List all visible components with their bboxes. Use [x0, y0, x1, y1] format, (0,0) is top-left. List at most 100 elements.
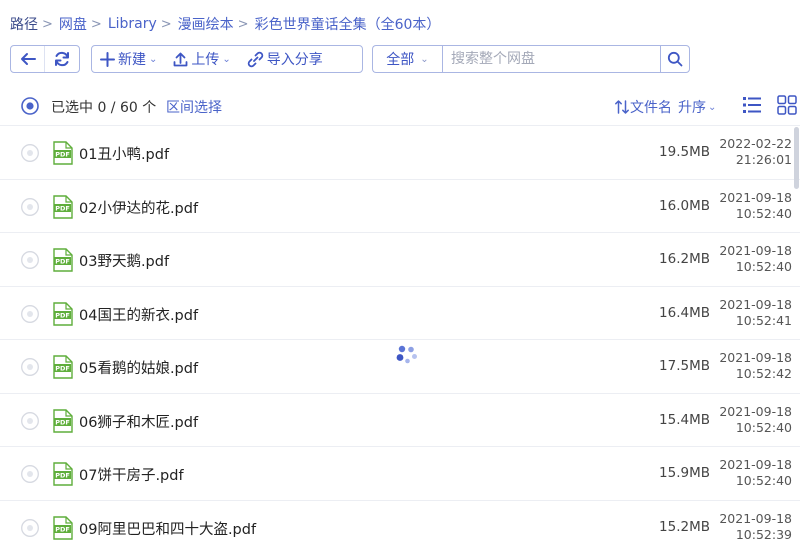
- pdf-file-icon: PDF: [52, 462, 74, 486]
- file-size: 16.4MB: [659, 305, 710, 321]
- file-size: 19.5MB: [659, 144, 710, 160]
- chevron-right-icon: >: [238, 17, 249, 32]
- file-modified: 2022-02-2221:26:01: [712, 136, 792, 168]
- file-size: 16.2MB: [659, 251, 710, 267]
- svg-text:PDF: PDF: [55, 418, 70, 426]
- file-modified: 2021-09-1810:52:40: [712, 457, 792, 489]
- file-modified-date: 2021-09-18: [712, 297, 792, 313]
- sort-field-label: 文件名: [630, 97, 672, 117]
- search-button[interactable]: [660, 45, 690, 73]
- file-row[interactable]: PDF 07饼干房子.pdf 15.9MB2021-09-1810:52:40: [0, 446, 800, 500]
- file-list: PDF01丑小鸭.pdf19.5MB2022-02-2221:26:01PDF0…: [0, 125, 800, 553]
- grid-view-icon[interactable]: [777, 95, 797, 115]
- file-name[interactable]: 03野天鹅.pdf: [79, 250, 169, 271]
- file-name[interactable]: 06狮子和木匠.pdf: [79, 411, 198, 432]
- selection-count: 已选中 0 / 60 个: [51, 97, 156, 117]
- arrow-left-icon: [20, 52, 36, 66]
- row-select-radio[interactable]: [20, 197, 40, 217]
- row-select-radio[interactable]: [20, 464, 40, 484]
- list-view-icon[interactable]: [742, 95, 762, 115]
- row-select-radio[interactable]: [20, 143, 40, 163]
- file-row[interactable]: PDF 01丑小鸭.pdf 19.5MB2022-02-2221:26:01: [0, 125, 800, 179]
- file-modified: 2021-09-1810:52:42: [712, 350, 792, 382]
- upload-icon: [173, 52, 188, 67]
- sort-icon: [614, 99, 630, 115]
- file-size: 15.9MB: [659, 465, 710, 481]
- pdf-file-icon: PDF: [52, 409, 74, 433]
- file-modified-time: 10:52:40: [712, 206, 792, 222]
- row-select-radio[interactable]: [20, 518, 40, 538]
- file-size: 15.4MB: [659, 412, 710, 428]
- file-row[interactable]: PDF09阿里巴巴和四十大盗.pdf15.2MB2021-09-1810:52:…: [0, 500, 800, 553]
- file-modified: 2021-09-1810:52:39: [712, 511, 792, 543]
- chevron-right-icon: >: [161, 17, 172, 32]
- svg-text:PDF: PDF: [55, 525, 70, 533]
- row-select-radio[interactable]: [20, 304, 40, 324]
- pdf-file-icon: PDF: [52, 248, 74, 272]
- nav-button-group: [10, 45, 80, 73]
- svg-text:PDF: PDF: [55, 204, 70, 212]
- scrollbar-thumb[interactable]: [794, 127, 799, 189]
- loading-spinner-icon: [395, 343, 421, 369]
- refresh-icon: [53, 50, 71, 68]
- breadcrumb: 路径 > 网盘 > Library > 漫画绘本 > 彩色世界童话全集（全60本…: [10, 12, 440, 36]
- upload-button[interactable]: 上传 ⌄: [163, 46, 236, 72]
- import-share-button-label: 导入分享: [267, 49, 323, 69]
- file-row[interactable]: PDF 06狮子和木匠.pdf 15.4MB2021-09-1810:52:40: [0, 393, 800, 447]
- sort-control[interactable]: 文件名 升序 ⌄: [614, 97, 716, 117]
- range-select-link[interactable]: 区间选择: [166, 97, 222, 117]
- file-modified-date: 2021-09-18: [712, 190, 792, 206]
- row-select-radio[interactable]: [20, 411, 40, 431]
- refresh-button[interactable]: [45, 46, 79, 72]
- file-modified: 2021-09-1810:52:40: [712, 404, 792, 436]
- new-button[interactable]: 新建 ⌄: [92, 46, 163, 72]
- file-row[interactable]: PDF02小伊达的花.pdf16.0MB2021-09-1810:52:40: [0, 179, 800, 233]
- import-share-button[interactable]: 导入分享: [237, 46, 329, 72]
- breadcrumb-item-netdisk[interactable]: 网盘: [59, 14, 87, 34]
- file-name[interactable]: 01丑小鸭.pdf: [79, 143, 169, 164]
- chevron-down-icon: ⌄: [149, 54, 157, 65]
- search-input[interactable]: [442, 45, 660, 73]
- svg-text:PDF: PDF: [55, 472, 70, 480]
- file-row[interactable]: PDF03野天鹅.pdf16.2MB2021-09-1810:52:40: [0, 232, 800, 286]
- new-button-label: 新建: [118, 49, 146, 69]
- pdf-file-icon: PDF: [52, 355, 74, 379]
- file-modified-date: 2022-02-22: [712, 136, 792, 152]
- back-button[interactable]: [11, 46, 45, 72]
- chevron-down-icon: ⌄: [222, 54, 230, 65]
- chevron-down-icon: ⌄: [420, 54, 428, 65]
- row-select-radio[interactable]: [20, 357, 40, 377]
- file-name[interactable]: 09阿里巴巴和四十大盗.pdf: [79, 518, 256, 539]
- svg-text:PDF: PDF: [55, 151, 70, 159]
- file-modified-time: 21:26:01: [712, 152, 792, 168]
- svg-text:PDF: PDF: [55, 365, 70, 373]
- file-modified-date: 2021-09-18: [712, 404, 792, 420]
- pdf-file-icon: PDF: [52, 516, 74, 540]
- breadcrumb-item-current-folder[interactable]: 彩色世界童话全集（全60本）: [255, 14, 441, 34]
- row-select-radio[interactable]: [20, 250, 40, 270]
- breadcrumb-item-path[interactable]: 路径: [10, 14, 38, 34]
- link-icon: [247, 51, 264, 68]
- file-name[interactable]: 02小伊达的花.pdf: [79, 197, 198, 218]
- sort-order-label: 升序: [678, 97, 706, 117]
- file-row[interactable]: PDF04国王的新衣.pdf16.4MB2021-09-1810:52:41: [0, 286, 800, 340]
- pdf-file-icon: PDF: [52, 141, 74, 165]
- file-modified-time: 10:52:40: [712, 420, 792, 436]
- upload-button-label: 上传: [191, 49, 219, 69]
- pdf-file-icon: PDF: [52, 302, 74, 326]
- file-name[interactable]: 05看鹅的姑娘.pdf: [79, 357, 198, 378]
- breadcrumb-item-library[interactable]: Library: [108, 16, 157, 32]
- file-modified: 2021-09-1810:52:40: [712, 190, 792, 222]
- plus-icon: [100, 52, 115, 67]
- pdf-file-icon: PDF: [52, 195, 74, 219]
- breadcrumb-item-picture-books[interactable]: 漫画绘本: [178, 14, 234, 34]
- select-all-radio[interactable]: [20, 96, 40, 116]
- file-modified-date: 2021-09-18: [712, 243, 792, 259]
- search-scope-select[interactable]: 全部 ⌄: [372, 45, 442, 73]
- file-modified-date: 2021-09-18: [712, 457, 792, 473]
- file-name[interactable]: 07饼干房子.pdf: [79, 464, 184, 485]
- file-name[interactable]: 04国王的新衣.pdf: [79, 304, 198, 325]
- file-modified-date: 2021-09-18: [712, 350, 792, 366]
- search-icon: [667, 51, 683, 67]
- file-modified-time: 10:52:39: [712, 527, 792, 543]
